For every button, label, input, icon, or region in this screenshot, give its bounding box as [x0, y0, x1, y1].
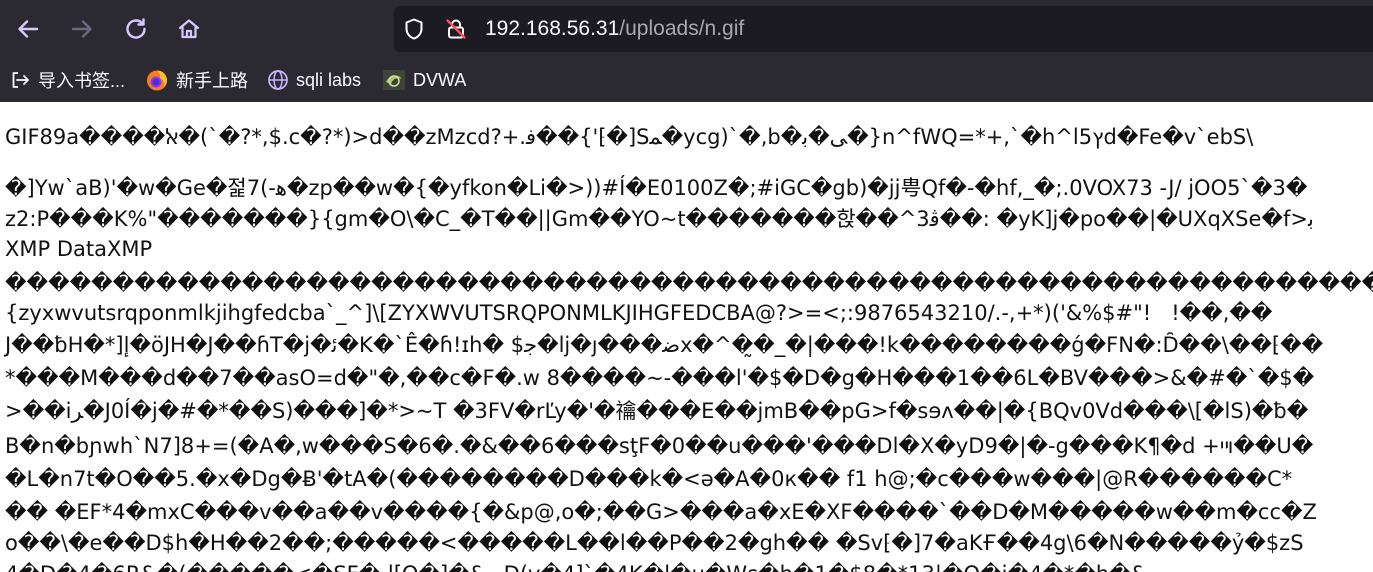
browser-chrome: 192.168.56.31/uploads/n.gif 导入书签... 新手上路 [0, 0, 1373, 102]
bookmarks-toolbar: 导入书签... 新手上路 sqli labs DVWA [0, 58, 1373, 102]
binary-text-line: J��ƀH�*]ﺇ�öJH�J��ɦT�j�ﺋ�K�`Ê�ɦ!ɪh� $ﺟ�lj… [5, 333, 1324, 357]
binary-text-line: *���M���d��7��asO=d�"�,��c�F�.w 8����~-�… [5, 366, 1315, 390]
navigation-toolbar: 192.168.56.31/uploads/n.gif [0, 0, 1373, 58]
bookmark-import-label: 导入书签... [38, 71, 126, 91]
binary-text-line: XMP DataXMP [5, 237, 153, 261]
reload-icon [126, 18, 146, 39]
binary-text-line: {zyxwvutsrqponmlkjihgfedcba`_^]\[ZYXWVUT… [5, 301, 1273, 325]
firefox-logo-icon [147, 70, 167, 91]
binary-text-line: �]Yw`aB)'�w�Ge�젍7(-ﻫ�zp��w�{�yfkon�Li�>)… [5, 176, 1308, 200]
binary-text-line: B�n�bɲwh`N7]8+=(�A�,w���S�6�.�&��6���sţF… [5, 434, 1314, 458]
binary-text-line: >��iﺮ�J0Í�j�#�*��S)���]�*>~T �3FV�rĽy�'�… [5, 399, 1309, 423]
globe-icon [268, 70, 288, 90]
forward-button[interactable] [65, 12, 99, 46]
back-arrow-icon [18, 20, 39, 38]
bookmark-getting-started-label: 新手上路 [176, 71, 248, 91]
url-text[interactable]: 192.168.56.31/uploads/n.gif [485, 6, 744, 52]
back-button[interactable] [11, 12, 45, 46]
tracking-protection-shield-icon[interactable] [402, 17, 426, 41]
home-button[interactable] [172, 12, 206, 46]
binary-text-line: z2:P���K%"�������}{gm�O\�C_�T��||Gm��YO~… [5, 207, 1314, 231]
dvwa-logo-icon [383, 70, 405, 90]
import-bookmarks-icon [12, 72, 29, 88]
home-icon [178, 19, 200, 39]
url-path: /uploads/n.gif [619, 17, 745, 40]
binary-text-line: o��\�e��D$h�H��2��;�����<�����L��l��P��2… [5, 531, 1304, 555]
address-bar[interactable]: 192.168.56.31/uploads/n.gif [394, 6, 1373, 52]
binary-text-line: 4�D�4�6R&�(�����<�SF�-l⁅O�]�&~D(v�4]`�4K… [5, 560, 1147, 572]
forward-arrow-icon [71, 20, 92, 38]
bookmark-dvwa-label: DVWA [413, 69, 467, 90]
binary-text-line: ����������������������������������������… [5, 271, 1373, 295]
page-content-raw-gif: GIF89a����ﭏ�(`�?*,$.c�?*)>d��zMzcd?+.ﻓ��… [0, 102, 1373, 572]
bookmark-sqli-labs[interactable]: sqli labs [267, 58, 361, 102]
bookmark-getting-started[interactable]: 新手上路 [145, 58, 248, 102]
bookmark-dvwa[interactable]: DVWA [382, 58, 466, 102]
binary-text-line: �� �EF*4�mxC���v��a��v����{�&p@,o�;��G>�… [5, 500, 1317, 524]
bookmark-import[interactable]: 导入书签... [9, 58, 125, 102]
reload-button[interactable] [119, 12, 153, 46]
binary-text-line: GIF89a����ﭏ�(`�?*,$.c�?*)>d��zMzcd?+.ﻓ��… [5, 125, 1254, 149]
insecure-lock-icon[interactable] [444, 17, 468, 41]
bookmark-sqli-labs-label: sqli labs [296, 69, 362, 90]
binary-text-line: �L�n7t�O��5.�x�Dg�Ƀ'�tA�(��������D���k�<… [5, 467, 1293, 491]
url-host: 192.168.56.31 [485, 17, 620, 40]
